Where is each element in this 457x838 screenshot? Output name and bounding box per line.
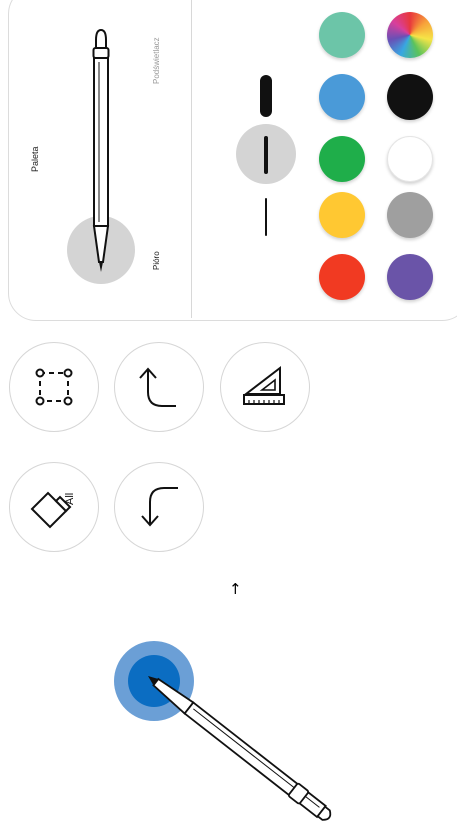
ruler-button[interactable] xyxy=(220,342,310,432)
color-swatch-red[interactable] xyxy=(319,254,365,300)
select-button[interactable] xyxy=(9,342,99,432)
color-swatch-purple[interactable] xyxy=(387,254,433,300)
palette-divider xyxy=(191,0,192,318)
set-square-ruler-icon xyxy=(243,365,285,405)
thickness-medium-option[interactable] xyxy=(264,136,268,174)
lasso-select-icon xyxy=(35,368,73,406)
color-swatch-white[interactable] xyxy=(387,136,433,182)
eraser-icon: All xyxy=(30,491,76,529)
color-swatch-yellow[interactable] xyxy=(319,192,365,238)
redo-button[interactable] xyxy=(114,462,204,552)
color-swatch-black[interactable] xyxy=(387,74,433,120)
palette-title: Paleta xyxy=(30,146,40,172)
thickness-thin-option[interactable] xyxy=(265,198,267,236)
pen-label[interactable]: Pióro xyxy=(152,251,161,270)
erase-all-button[interactable]: All xyxy=(9,462,99,552)
color-swatch-blue[interactable] xyxy=(319,74,365,120)
erase-all-text: All xyxy=(64,493,76,505)
undo-button[interactable] xyxy=(114,342,204,432)
redo-arrow-icon xyxy=(141,487,178,527)
color-swatch-green[interactable] xyxy=(319,136,365,182)
up-arrow-hint: ↑ xyxy=(229,580,242,598)
stylus-icon xyxy=(148,676,332,821)
undo-arrow-icon xyxy=(139,367,176,407)
thickness-thick-option[interactable] xyxy=(260,75,272,117)
color-swatch-gray[interactable] xyxy=(387,192,433,238)
highlighter-label[interactable]: Podświetlacz xyxy=(152,37,161,84)
pen-icon[interactable] xyxy=(84,26,118,276)
color-swatch-multicolor[interactable] xyxy=(387,12,433,58)
color-swatch-teal[interactable] xyxy=(319,12,365,58)
